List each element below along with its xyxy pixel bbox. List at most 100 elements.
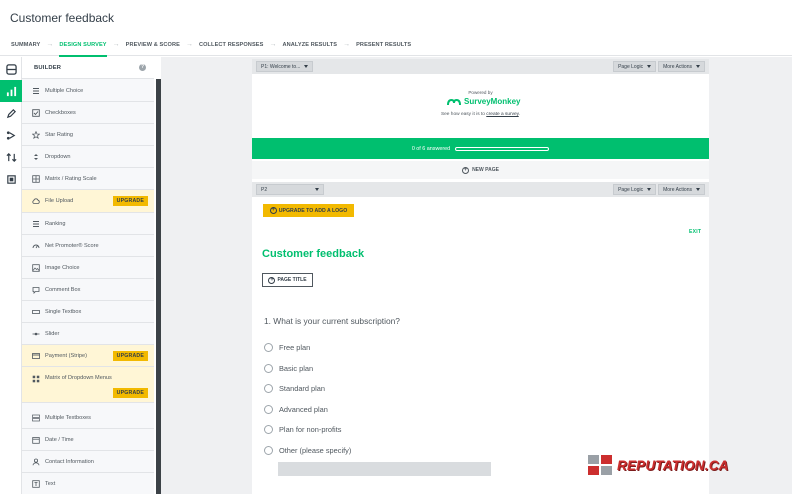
question-bank-tool[interactable] <box>0 80 22 102</box>
builder-item-contact-information[interactable]: Contact Information <box>22 451 154 473</box>
answer-option[interactable]: Standard plan <box>264 384 325 393</box>
builder-item-ranking[interactable]: Ranking <box>22 213 154 235</box>
page-2-select[interactable]: P2 <box>256 184 324 195</box>
star-icon <box>32 130 40 139</box>
tagline-prefix: See how easy it is to <box>440 112 485 117</box>
builder-item-label: Net Promoter® Score <box>45 242 99 249</box>
pencil-icon <box>6 108 16 118</box>
more-actions-label: More Actions <box>663 63 692 70</box>
more-actions-button[interactable]: More Actions <box>658 184 705 195</box>
builder-panel: BUILDER ? Multiple Choice Checkboxes Sta… <box>22 57 154 494</box>
builder-item-label: Matrix of Dropdown Menus <box>45 375 112 381</box>
top-bar: Customer feedback <box>0 0 792 34</box>
progress-bar <box>455 146 550 151</box>
more-actions-button[interactable]: More Actions <box>658 61 705 72</box>
text-icon <box>32 479 40 488</box>
step-arrow-icon: → <box>112 40 120 48</box>
builder-item-label: Ranking <box>45 220 66 227</box>
create-survey-link[interactable]: create a survey <box>486 112 518 117</box>
builder-item-label: Text <box>45 480 56 487</box>
upgrade-badge[interactable]: UPGRADE <box>112 388 148 398</box>
options-tool[interactable] <box>0 146 22 168</box>
answer-option[interactable]: Plan for non-profits <box>264 425 341 434</box>
step-summary[interactable]: SUMMARY <box>11 34 40 56</box>
page-logic-button[interactable]: Page Logic <box>613 61 657 72</box>
cloud-upload-icon <box>32 197 40 205</box>
builder-item-label: Comment Box <box>45 286 81 293</box>
step-analyze-results[interactable]: ANALYZE RESULTS <box>282 34 337 56</box>
builder-item-image-choice[interactable]: Image Choice <box>22 257 154 279</box>
page-1-select[interactable]: P1: Welcome to... <box>256 61 314 72</box>
brand-name: SurveyMonkey <box>464 97 521 106</box>
answer-option-label: Free plan <box>279 343 311 352</box>
dropdown-icon <box>32 153 40 161</box>
answer-option[interactable]: Free plan <box>264 343 310 352</box>
step-navigation: SUMMARY → DESIGN SURVEY → PREVIEW & SCOR… <box>0 34 792 57</box>
page-title-button[interactable]: + PAGE TITLE <box>262 273 313 287</box>
radio-button[interactable] <box>264 343 273 352</box>
page-1-bar: P1: Welcome to... Page Logic More Action… <box>252 59 709 74</box>
builder-item-date-time[interactable]: Date / Time <box>22 429 154 451</box>
builder-item-dropdown[interactable]: Dropdown <box>22 146 154 168</box>
radio-button[interactable] <box>264 446 273 455</box>
page-select-label: P2 <box>261 186 268 193</box>
builder-item-multiple-textboxes[interactable]: Multiple Textboxes <box>22 407 154 429</box>
builder-item-matrix-rating-scale[interactable]: Matrix / Rating Scale <box>22 168 154 190</box>
sort-arrows-icon <box>5 152 17 162</box>
answer-option[interactable]: Other (please specify) <box>264 446 351 455</box>
builder-item-label: Single Textbox <box>45 308 82 315</box>
answer-option[interactable]: Basic plan <box>264 364 313 373</box>
radio-button[interactable] <box>264 384 273 393</box>
ranking-icon <box>32 220 40 228</box>
builder-item-payment-stripe[interactable]: Payment (Stripe) UPGRADE <box>22 345 154 367</box>
help-icon[interactable]: ? <box>139 64 146 71</box>
builder-item-label: Date / Time <box>45 436 74 443</box>
builder-item-label: Contact Information <box>45 458 94 465</box>
builder-tool[interactable] <box>0 58 22 80</box>
upgrade-add-logo-button[interactable]: + UPGRADE TO ADD A LOGO <box>263 204 354 217</box>
list-icon <box>32 87 40 95</box>
page-logic-label: Page Logic <box>618 186 644 193</box>
builder-item-checkboxes[interactable]: Checkboxes <box>22 102 154 124</box>
contact-icon <box>32 458 40 466</box>
step-present-results[interactable]: PRESENT RESULTS <box>356 34 411 56</box>
upgrade-badge[interactable]: UPGRADE <box>112 350 148 361</box>
reputation-logo-icon <box>588 455 612 475</box>
builder-item-slider[interactable]: Slider <box>22 323 154 345</box>
radio-button[interactable] <box>264 425 273 434</box>
page-logic-button[interactable]: Page Logic <box>613 184 657 195</box>
upgrade-badge[interactable]: UPGRADE <box>112 196 148 206</box>
print-tool[interactable] <box>0 168 22 190</box>
watermark-text: REPUTATION.CA <box>617 457 729 473</box>
answer-option[interactable]: Advanced plan <box>264 405 328 414</box>
more-actions-label: More Actions <box>663 186 692 193</box>
survey-title[interactable]: Customer feedback <box>262 248 364 260</box>
question-text[interactable]: 1. What is your current subscription? <box>264 316 400 326</box>
caret-down-icon <box>647 65 652 68</box>
design-tool[interactable] <box>0 102 22 124</box>
new-page-label: NEW PAGE <box>472 167 499 173</box>
radio-button[interactable] <box>264 364 273 373</box>
radio-button[interactable] <box>264 405 273 414</box>
builder-item-file-upload[interactable]: File Upload UPGRADE <box>22 190 154 213</box>
builder-item-matrix-dropdown-menus[interactable]: Matrix of Dropdown Menus UPGRADE <box>22 367 154 403</box>
logic-tool[interactable] <box>0 124 22 146</box>
gauge-icon <box>32 242 40 250</box>
builder-item-comment-box[interactable]: Comment Box <box>22 279 154 301</box>
caret-down-icon <box>315 188 319 191</box>
builder-item-label: Multiple Textboxes <box>45 414 91 421</box>
other-specify-input[interactable] <box>278 462 491 476</box>
new-page-button[interactable]: + NEW PAGE <box>252 161 709 179</box>
builder-item-net-promoter-score[interactable]: Net Promoter® Score <box>22 235 154 257</box>
builder-item-multiple-choice[interactable]: Multiple Choice <box>22 80 154 102</box>
builder-item-label: Payment (Stripe) <box>45 352 87 359</box>
exit-link[interactable]: EXIT <box>689 229 701 235</box>
monkey-logo-icon <box>447 98 461 105</box>
builder-item-single-textbox[interactable]: Single Textbox <box>22 301 154 323</box>
step-preview-score[interactable]: PREVIEW & SCORE <box>126 34 180 56</box>
builder-item-star-rating[interactable]: Star Rating <box>22 124 154 146</box>
logic-branch-icon <box>6 130 15 140</box>
builder-item-text[interactable]: Text <box>22 473 154 494</box>
step-collect-responses[interactable]: COLLECT RESPONSES <box>199 34 263 56</box>
step-design-survey[interactable]: DESIGN SURVEY <box>59 34 107 57</box>
